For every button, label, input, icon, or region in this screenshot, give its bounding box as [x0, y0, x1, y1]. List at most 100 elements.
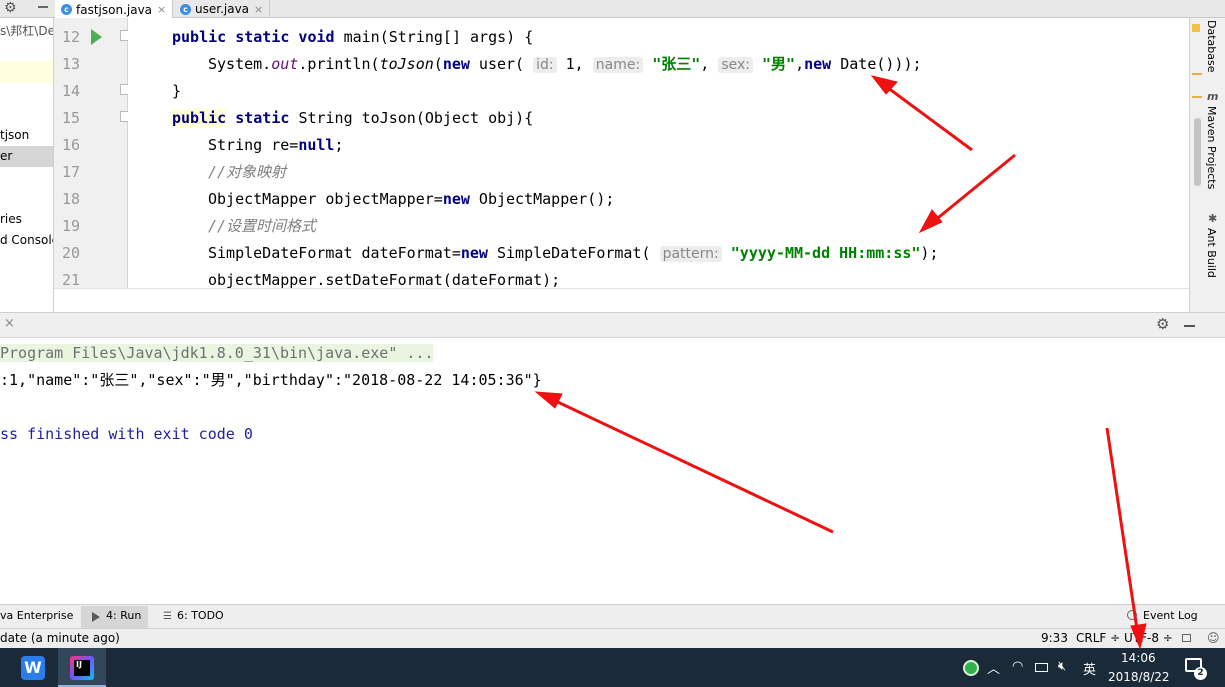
line-number-gutter: 12 13 14 15 16 17 18 19 20 21 [54, 18, 131, 289]
code-text: SimpleDateFormat( [487, 244, 660, 262]
code-line-21: objectMapper.setDateFormat(dateFormat); [208, 271, 561, 288]
class-icon: c [180, 3, 191, 15]
param-hint: id: [533, 57, 557, 73]
code-field: out [271, 55, 299, 73]
line-number: 20 [61, 244, 80, 262]
maven-projects-tool-button[interactable]: Maven Projects [1205, 106, 1218, 189]
code-text: String toJson(Object obj){ [298, 109, 534, 127]
code-text: ObjectMapper(); [469, 190, 615, 208]
close-icon[interactable]: × [4, 316, 15, 331]
project-item[interactable]: d Console [0, 233, 53, 247]
settings-gear-icon[interactable]: ⚙ [1156, 315, 1169, 333]
line-number: 21 [61, 271, 80, 289]
run-icon [92, 612, 100, 622]
kw-new: new [460, 244, 488, 262]
project-panel: s\邦杠\De tjson er ries d Console [0, 18, 54, 312]
run-icon[interactable] [91, 29, 102, 45]
code-line-14: } [172, 82, 182, 100]
project-item[interactable]: ries [0, 212, 22, 226]
line-number: 12 [61, 28, 80, 46]
class-icon: c [61, 4, 72, 15]
kw-public: public [172, 109, 227, 127]
maven-icon: m [1207, 90, 1219, 103]
ant-build-tool-button[interactable]: Ant Build [1205, 228, 1218, 278]
run-console[interactable]: Program Files\Java\jdk1.8.0_31\bin\java.… [0, 338, 1225, 604]
param-hint: name: [592, 57, 644, 73]
code-text: System. [208, 55, 272, 73]
editor-scrollbar[interactable] [1194, 118, 1201, 186]
code-text: ObjectMapper objectMapper= [208, 190, 443, 208]
code-text: ; [334, 136, 344, 154]
status-bar: date (a minute ago) 9:33 CRLF ÷ UTF-8 ÷ … [0, 628, 1225, 648]
ime-indicator[interactable]: 英 [1083, 659, 1096, 678]
code-text: user( [469, 55, 534, 73]
windows-taskbar: W IJ ︿ ◠ 🔇︎ 英 14:06 2018/8/22 2 [0, 648, 1225, 687]
kw-null: null [298, 136, 335, 154]
wifi-icon[interactable]: ◠ [1012, 659, 1023, 674]
error-stripe-marker [1192, 73, 1202, 75]
code-line-20: SimpleDateFormat dateFormat=new SimpleDa… [208, 240, 938, 267]
console-output-line: :1,"name":"张三","sex":"男","birthday":"201… [0, 371, 542, 389]
code-text: ( [433, 55, 443, 73]
clock-time[interactable]: 14:06 [1121, 651, 1156, 665]
kw-new: new [804, 55, 832, 73]
code-text: ); [920, 244, 939, 262]
line-separator[interactable]: CRLF ÷ [1076, 631, 1120, 645]
code-text: SimpleDateFormat dateFormat= [208, 244, 461, 262]
database-tool-button[interactable]: Database [1205, 20, 1218, 73]
run-tool-button[interactable]: 4: Run [106, 609, 141, 622]
java-enterprise-tool-button[interactable]: va Enterprise [0, 609, 73, 622]
file-encoding[interactable]: UTF-8 ÷ [1124, 631, 1173, 645]
event-log-tool-button[interactable]: Event Log [1143, 609, 1198, 622]
tab-fastjson[interactable]: c fastjson.java × [55, 0, 174, 19]
project-path: s\邦杠\De [0, 24, 54, 38]
param-hint: pattern: [659, 246, 722, 262]
battery-icon[interactable] [1035, 663, 1048, 672]
code-line-18: ObjectMapper objectMapper=new ObjectMapp… [208, 186, 614, 213]
minimize-icon[interactable] [1184, 325, 1195, 327]
console-exit-line: ss finished with exit code 0 [0, 425, 253, 443]
code-line-12: public static void main(String[] args) { [172, 24, 533, 51]
project-row-highlight [0, 61, 53, 83]
tab-user[interactable]: c user.java × [174, 0, 271, 18]
lock-icon[interactable] [1182, 634, 1191, 642]
code-line-19: //设置时间格式 [208, 217, 317, 235]
wps-app-icon[interactable]: W [21, 656, 45, 680]
inspector-icon[interactable]: ☺ [1207, 631, 1220, 645]
tray-app-icon[interactable] [963, 660, 979, 676]
project-item[interactable]: er [0, 149, 12, 163]
tab-label: user.java [195, 2, 250, 16]
tool-window-bar: va Enterprise 4: Run ☰ 6: TODO Event Log [0, 604, 1225, 628]
kw-new: new [442, 55, 470, 73]
todo-tool-button[interactable]: 6: TODO [177, 609, 224, 622]
minimize-icon[interactable] [38, 6, 48, 8]
volume-mute-icon[interactable]: 🔇︎ [1058, 659, 1066, 674]
kw-new: new [442, 190, 470, 208]
project-item[interactable]: tjson [0, 128, 29, 142]
error-stripe-marker [1192, 24, 1200, 32]
caret-position[interactable]: 9:33 [1041, 631, 1068, 645]
close-icon[interactable]: × [157, 3, 166, 16]
intellij-app-icon[interactable]: IJ [70, 656, 94, 680]
ant-icon: ✱ [1208, 212, 1218, 225]
code-string: "yyyy-MM-dd HH:mm:ss" [721, 244, 921, 262]
right-tool-strip: Database m Maven Projects ✱ Ant Build [1189, 18, 1225, 312]
code-text: .println( [298, 55, 380, 73]
code-string: "男" [753, 55, 796, 73]
code-line-17: //对象映射 [208, 163, 287, 181]
settings-gear-icon[interactable]: ⚙ [4, 0, 17, 17]
code-text: String re= [208, 136, 299, 154]
line-number: 15 [61, 109, 80, 127]
code-text: , [700, 55, 719, 73]
chevron-up-icon[interactable]: ︿ [987, 658, 1000, 677]
kw-static: static [226, 109, 299, 127]
code-editor[interactable]: public static void main(String[] args) {… [128, 18, 1189, 288]
param-hint: sex: [718, 57, 753, 73]
code-line-13: System.out.println(toJson(new user( id: … [208, 51, 922, 78]
console-command-line: Program Files\Java\jdk1.8.0_31\bin\java.… [0, 340, 434, 367]
close-icon[interactable]: × [254, 3, 263, 16]
todo-list-icon: ☰ [163, 611, 172, 622]
clock-date[interactable]: 2018/8/22 [1108, 670, 1170, 684]
kw-public-static-void: public static void [172, 28, 344, 46]
code-text: main(String[] args) { [343, 28, 534, 46]
